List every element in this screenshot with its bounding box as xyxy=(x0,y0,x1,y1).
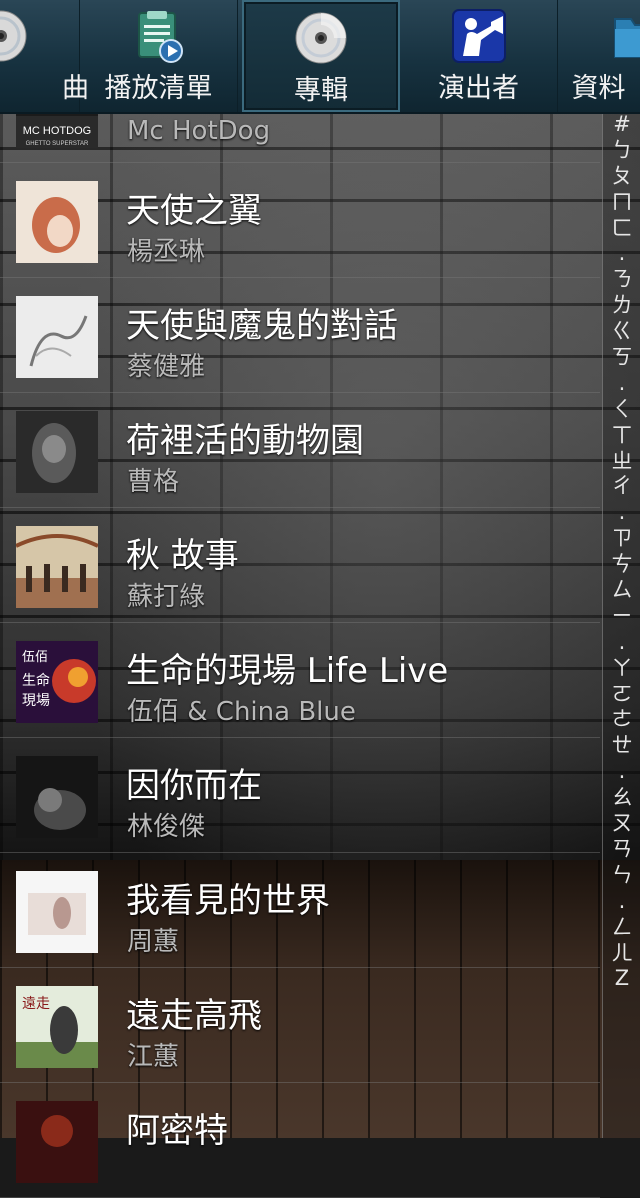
index-letter[interactable]: # xyxy=(603,112,640,138)
index-letter[interactable]: ㄍ xyxy=(603,319,640,345)
cover-text: MC HOTDOG xyxy=(23,125,91,137)
album-cover xyxy=(16,296,98,378)
index-letter[interactable]: ㄛ xyxy=(603,682,640,708)
tab-playlist-label: 播放清單 xyxy=(105,66,213,105)
tab-playlist[interactable]: 播放清單 xyxy=(80,0,238,112)
album-cover xyxy=(16,181,98,263)
album-row[interactable]: 因你而在 林俊傑 xyxy=(0,738,600,853)
album-title: 荷裡活的動物園 xyxy=(126,413,364,462)
index-letter[interactable]: ㄥ xyxy=(603,915,640,941)
cover-subtext: GHETTO SUPERSTAR xyxy=(26,141,89,147)
index-letter[interactable]: ㄑ xyxy=(603,397,640,423)
cover-text: 伍佰 xyxy=(22,650,48,665)
index-letter[interactable]: ㄣ xyxy=(603,863,640,889)
album-cover xyxy=(16,411,98,493)
folder-icon xyxy=(609,8,640,64)
index-letter[interactable]: ㄔ xyxy=(603,474,640,500)
cover-text: 現場 xyxy=(22,693,50,709)
tab-folders-label: 資料 xyxy=(572,66,626,105)
album-cover xyxy=(16,526,98,608)
index-letter[interactable]: ㄇ xyxy=(603,190,640,216)
album-row[interactable]: 遠走 遠走高飛 江蕙 xyxy=(0,968,600,1083)
album-title: 因你而在 xyxy=(126,758,262,807)
album-artist: 周蕙 xyxy=(127,921,179,958)
album-title: 天使與魔鬼的對話 xyxy=(126,298,398,347)
cd-icon xyxy=(291,10,351,66)
index-letter[interactable]: ㄆ xyxy=(603,164,640,190)
album-row[interactable]: 我看見的世界 周蕙 xyxy=(0,853,600,968)
tab-albums-label: 專輯 xyxy=(294,68,348,107)
index-letter[interactable]: . xyxy=(603,889,640,915)
album-artist: 楊丞琳 xyxy=(127,231,205,268)
album-artist: 蘇打綠 xyxy=(127,576,205,613)
index-letter[interactable]: Z xyxy=(603,966,640,992)
index-letter[interactable]: ㄡ xyxy=(603,811,640,837)
index-letter[interactable]: ㄌ xyxy=(603,293,640,319)
album-cover: 伍佰 生命 現場 xyxy=(16,641,98,723)
index-letter[interactable]: ㄚ xyxy=(603,656,640,682)
index-letter[interactable]: ㄦ xyxy=(603,941,640,967)
album-title: 我看見的世界 xyxy=(126,873,330,922)
album-artist: 江蕙 xyxy=(127,1036,179,1073)
index-letter[interactable]: ㄒ xyxy=(603,423,640,449)
alphabet-index-bar[interactable]: #ㄅㄆㄇㄈ.ㄋㄌㄍㄎ.ㄑㄒㄓㄔ.ㄗㄘㄙㄧ.ㄚㄛㄜㄝ.ㄠㄡㄢㄣ.ㄥㄦZ xyxy=(602,112,640,1138)
index-letter[interactable]: ㄝ xyxy=(603,733,640,759)
album-title: 阿密特 xyxy=(126,1103,228,1152)
album-row[interactable]: 伍佰 生命 現場 生命的現場 Life Live 伍佰 & China Blue xyxy=(0,623,600,738)
album-row[interactable]: 荷裡活的動物園 曹格 xyxy=(0,393,600,508)
index-letter[interactable]: ㄙ xyxy=(603,578,640,604)
index-letter[interactable]: . xyxy=(603,371,640,397)
tab-songs[interactable]: 曲 xyxy=(0,0,80,112)
tab-albums[interactable]: 專輯 xyxy=(242,0,400,112)
album-title: 生命的現場 Life Live xyxy=(126,643,448,692)
album-row[interactable]: 天使與魔鬼的對話 蔡健雅 xyxy=(0,278,600,393)
cover-text: 遠走 xyxy=(22,996,50,1012)
index-letter[interactable]: ㄜ xyxy=(603,707,640,733)
album-artist: Mc HotDog xyxy=(127,116,270,146)
album-cover xyxy=(16,1101,98,1183)
index-letter[interactable]: . xyxy=(603,241,640,267)
index-letter[interactable]: . xyxy=(603,630,640,656)
album-row[interactable]: 阿密特 xyxy=(0,1083,600,1198)
index-letter[interactable]: ㄘ xyxy=(603,552,640,578)
album-row[interactable]: 秋 故事 蘇打綠 xyxy=(0,508,600,623)
album-title: 遠走高飛 xyxy=(126,988,262,1037)
index-letter[interactable]: ㄠ xyxy=(603,785,640,811)
index-letter[interactable]: ㄎ xyxy=(603,345,640,371)
index-letter[interactable]: ㄅ xyxy=(603,138,640,164)
cd-icon xyxy=(0,8,31,64)
playlist-icon xyxy=(129,8,189,64)
album-cover xyxy=(16,756,98,838)
album-title: 秋 故事 xyxy=(126,528,239,577)
tab-artists[interactable]: 演出者 xyxy=(400,0,558,112)
album-artist: 曹格 xyxy=(127,461,179,498)
tab-artists-label: 演出者 xyxy=(438,66,519,105)
album-row[interactable]: 天使之翼 楊丞琳 xyxy=(0,163,600,278)
album-artist: 蔡健雅 xyxy=(127,346,205,383)
album-title: 天使之翼 xyxy=(126,183,262,232)
album-artist: 林俊傑 xyxy=(127,806,205,843)
cover-text: 生命 xyxy=(22,672,50,689)
index-letter[interactable]: ㄈ xyxy=(603,216,640,242)
index-letter[interactable]: ㄢ xyxy=(603,837,640,863)
index-letter[interactable]: . xyxy=(603,759,640,785)
album-artist: 伍佰 & China Blue xyxy=(127,691,356,728)
album-cover: 遠走 xyxy=(16,986,98,1068)
index-letter[interactable]: ㄓ xyxy=(603,449,640,475)
category-tab-bar: 曲 播放清單 專輯 xyxy=(0,0,640,114)
album-cover xyxy=(16,871,98,953)
index-letter[interactable]: ㄋ xyxy=(603,267,640,293)
trumpet-player-icon xyxy=(449,8,509,64)
index-letter[interactable]: ㄗ xyxy=(603,526,640,552)
index-letter[interactable]: . xyxy=(603,500,640,526)
tab-folders[interactable]: 資料 xyxy=(560,0,640,112)
index-letter[interactable]: ㄧ xyxy=(603,604,640,630)
